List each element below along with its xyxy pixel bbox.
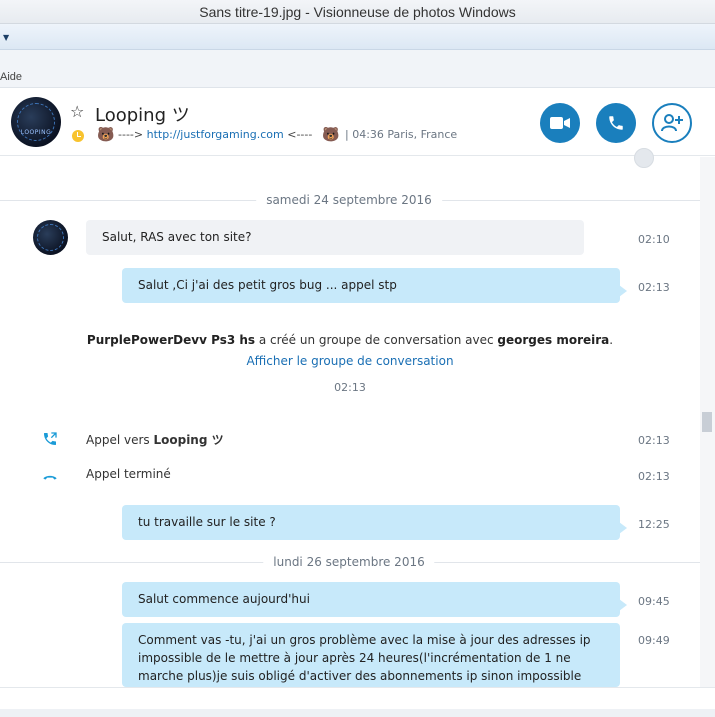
globe-icon bbox=[634, 148, 654, 168]
message-time: 09:49 bbox=[638, 634, 670, 647]
outgoing-call-icon bbox=[44, 432, 57, 445]
scrollbar-thumb[interactable] bbox=[702, 412, 712, 432]
view-group-link[interactable]: Afficher le groupe de conversation bbox=[0, 354, 700, 368]
message-time: 12:25 bbox=[638, 518, 670, 531]
bear-emoticon-icon: 🐻 bbox=[97, 127, 115, 143]
message-time: 02:13 bbox=[638, 434, 670, 447]
system-user: PurplePowerDevv Ps3 hs bbox=[86, 333, 256, 347]
audio-call-button[interactable] bbox=[596, 103, 636, 143]
add-contact-button[interactable] bbox=[652, 103, 692, 143]
call-ended-icon bbox=[43, 475, 57, 480]
toolbar-strip bbox=[0, 50, 715, 66]
outgoing-message[interactable]: Comment vas -tu, j'ai un gros problème a… bbox=[122, 623, 620, 687]
add-person-icon bbox=[661, 114, 683, 132]
bear-emoticon-icon: 🐻 bbox=[322, 127, 340, 143]
away-status-icon bbox=[72, 130, 84, 142]
window-title: Sans titre-19.jpg - Visionneuse de photo… bbox=[0, 0, 715, 24]
viewer-bottom-strip bbox=[0, 709, 715, 717]
mood-suffix: <---- bbox=[287, 128, 313, 141]
contact-location: 04:36 Paris, France bbox=[352, 128, 458, 141]
call-target: Looping ツ bbox=[153, 433, 224, 447]
avatar-ring bbox=[37, 224, 64, 251]
mood-prefix: ----> bbox=[118, 128, 144, 141]
video-camera-icon bbox=[550, 117, 570, 129]
menu-bar: Aide bbox=[0, 66, 715, 88]
date-label: samedi 24 septembre 2016 bbox=[256, 193, 442, 207]
contact-name[interactable]: Looping ツ bbox=[95, 101, 190, 127]
mood-link[interactable]: http://justforgaming.com bbox=[147, 128, 284, 141]
contact-avatar[interactable]: LOOPING bbox=[11, 97, 61, 147]
mood-message: ----> http://justforgaming.com <---- bbox=[118, 128, 312, 141]
avatar-logo-text: LOOPING bbox=[20, 129, 52, 136]
viewer-toolbar: ▼ bbox=[0, 24, 715, 50]
system-end: . bbox=[609, 333, 614, 347]
call-ended-text: Appel terminé bbox=[86, 467, 171, 481]
separator: | bbox=[345, 128, 349, 141]
outgoing-message[interactable]: Salut commence aujourd'hui bbox=[122, 582, 627, 617]
call-prefix: Appel vers bbox=[86, 433, 154, 447]
favorite-star-icon[interactable]: ☆ bbox=[70, 102, 84, 121]
location-info: | 04:36 Paris, France bbox=[345, 128, 457, 141]
message-time: 09:45 bbox=[638, 595, 670, 608]
incoming-message[interactable]: Salut, RAS avec ton site? bbox=[86, 220, 584, 255]
menu-help[interactable]: Aide bbox=[0, 71, 22, 83]
outgoing-message[interactable]: tu travaille sur le site ? bbox=[122, 505, 627, 540]
video-call-button[interactable] bbox=[540, 103, 580, 143]
outgoing-message[interactable]: Salut ,Ci j'ai des petit gros bug ... ap… bbox=[122, 268, 627, 303]
message-time: 02:13 bbox=[638, 281, 670, 294]
system-message: PurplePowerDevv Ps3 hs a créé un groupe … bbox=[0, 333, 700, 347]
contact-avatar-small[interactable] bbox=[33, 220, 68, 255]
dropdown-arrow-icon[interactable]: ▼ bbox=[3, 33, 9, 42]
system-target: georges moreira bbox=[497, 333, 610, 347]
message-time: 02:10 bbox=[638, 233, 670, 246]
phone-icon bbox=[609, 116, 623, 130]
system-text: a créé un groupe de conversation avec bbox=[255, 333, 498, 347]
call-event: Appel vers Looping ツ bbox=[86, 431, 224, 448]
system-time: 02:13 bbox=[334, 381, 366, 394]
date-label: lundi 26 septembre 2016 bbox=[263, 555, 435, 569]
photo-viewer-window: Sans titre-19.jpg - Visionneuse de photo… bbox=[0, 0, 715, 717]
message-time: 02:13 bbox=[638, 470, 670, 483]
